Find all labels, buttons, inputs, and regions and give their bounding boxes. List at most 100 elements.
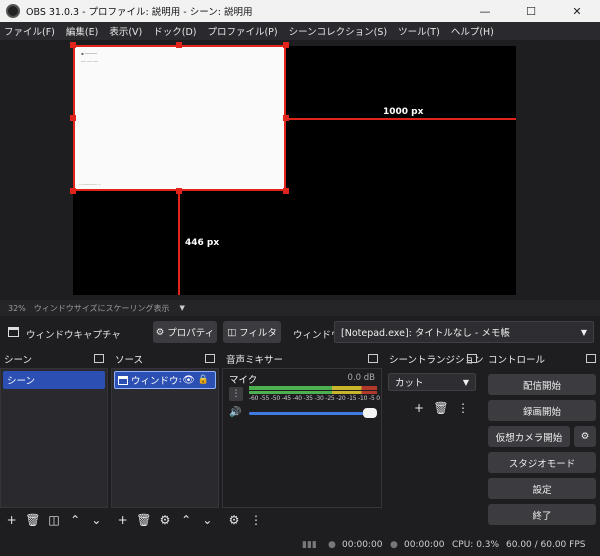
add-transition-icon[interactable]: + (409, 398, 429, 418)
undock-icon[interactable] (94, 354, 104, 363)
mixer-body: マイク 0.0 dB ⋮ -60 -55 -50 -45 -40 -35 -30… (222, 368, 382, 508)
source-item[interactable]: ウィンドウキャ 👁 🔒 (114, 371, 216, 389)
start-recording-button[interactable]: 録画開始 (488, 400, 596, 421)
eye-icon[interactable]: 👁 (182, 375, 195, 386)
move-down-icon[interactable]: ⌄ (87, 510, 106, 530)
resize-handle[interactable] (70, 188, 76, 194)
window-capture-source[interactable]: ▪ ───── ── ── ── ─ ─────── ─ (73, 45, 286, 191)
scenes-list[interactable]: シーン (0, 368, 108, 508)
close-button[interactable]: ✕ (554, 0, 600, 22)
virtual-camera-settings-button[interactable]: ⚙ (574, 426, 596, 447)
controls-body: 配信開始 録画開始 仮想カメラ開始 ⚙ スタジオモード 設定 終了 (484, 368, 600, 532)
gear-icon: ⚙ (580, 431, 590, 442)
trash-icon[interactable]: 🗑 (23, 510, 42, 530)
resize-handle[interactable] (176, 42, 182, 48)
exit-button[interactable]: 終了 (488, 504, 596, 525)
advanced-audio-icon[interactable]: ⚙ (224, 510, 244, 530)
transition-select[interactable]: カット ▼ (388, 373, 476, 391)
mixer-channel-name: マイク (229, 375, 258, 386)
zoom-level: 32% (8, 303, 26, 313)
scenes-dock: シーン シーン + 🗑 ◫ ⌃ ⌄ (0, 350, 108, 532)
volume-meter (249, 391, 377, 394)
transitions-dock: シーントランジション カット ▼ + 🗑 ⋮ (385, 350, 484, 532)
scenes-toolbar: + 🗑 ◫ ⌃ ⌄ (0, 508, 108, 532)
menu-view[interactable]: 表示(V) (109, 24, 142, 38)
more-icon[interactable]: ⋮ (246, 510, 266, 530)
record-time: 00:00:00 (404, 540, 445, 550)
network-signal-icon: ▮▮▮ (302, 540, 317, 550)
height-guide-label: 446 px (185, 238, 220, 248)
window-capture-icon (8, 327, 19, 337)
start-streaming-button[interactable]: 配信開始 (488, 374, 596, 395)
mixer-menu-icon[interactable]: ⋮ (229, 387, 243, 401)
add-source-icon[interactable]: + (113, 510, 132, 530)
scene-filters-icon[interactable]: ◫ (44, 510, 63, 530)
add-scene-icon[interactable]: + (2, 510, 21, 530)
controls-header: コントロール (484, 350, 600, 368)
more-icon[interactable]: ⋮ (453, 398, 473, 418)
title-bar: OBS 31.0.3 - プロファイル: 説明用 - シーン: 説明用 — ☐ … (0, 0, 600, 22)
selected-source-name: ウィンドウキャプチャ (26, 330, 121, 341)
volume-slider-thumb[interactable] (363, 408, 377, 418)
minimize-button[interactable]: — (462, 0, 508, 22)
chevron-down-icon: ▼ (462, 377, 469, 387)
lock-icon[interactable]: 🔒 (198, 375, 209, 385)
undock-icon[interactable] (467, 354, 477, 363)
maximize-button[interactable]: ☐ (508, 0, 554, 22)
cpu-usage: CPU: 0.3% (452, 540, 500, 550)
notepad-thumbnail-status: ─ ─────── ─ (79, 183, 101, 187)
gear-icon: ⚙ (155, 326, 165, 338)
scenes-header: シーン (0, 350, 108, 368)
undock-icon[interactable] (205, 354, 215, 363)
resize-handle[interactable] (283, 42, 289, 48)
studio-mode-button[interactable]: スタジオモード (488, 452, 596, 473)
menu-file[interactable]: ファイル(F) (4, 24, 55, 38)
trash-icon[interactable]: 🗑 (134, 510, 153, 530)
menu-tools[interactable]: ツール(T) (398, 24, 440, 38)
menu-scene-collection[interactable]: シーンコレクション(S) (289, 24, 387, 38)
menu-profile[interactable]: プロファイル(P) (207, 24, 277, 38)
source-context-bar: ウィンドウキャプチャ ⚙ プロパティ ◫ フィルタ ウィンドウ [Notepad… (0, 318, 600, 348)
scene-item[interactable]: シーン (3, 371, 105, 389)
window-title: OBS 31.0.3 - プロファイル: 説明用 - シーン: 説明用 (26, 7, 253, 18)
trash-icon[interactable]: 🗑 (431, 398, 451, 418)
undock-icon[interactable] (368, 354, 378, 363)
window-select[interactable]: [Notepad.exe]: タイトルなし - メモ帳 ▼ (334, 321, 594, 343)
menu-dock[interactable]: ドック(D) (153, 24, 196, 38)
settings-button[interactable]: 設定 (488, 478, 596, 499)
mixer-toolbar: ⚙ ⋮ (222, 508, 382, 532)
obs-logo-icon (6, 4, 20, 18)
gear-icon[interactable]: ⚙ (155, 510, 174, 530)
mixer-level: 0.0 dB (347, 373, 375, 383)
filters-button[interactable]: ◫ フィルタ (223, 321, 281, 343)
audio-mixer-dock: 音声ミキサー マイク 0.0 dB ⋮ -60 -55 -50 -45 -40 … (222, 350, 382, 532)
resize-handle[interactable] (70, 42, 76, 48)
transition-toolbar: + 🗑 ⋮ (409, 398, 475, 418)
move-down-icon[interactable]: ⌄ (198, 510, 217, 530)
filter-icon: ◫ (227, 326, 237, 338)
preview-zoom-bar: 32% ウィンドウサイズにスケーリング表示 ▼ (0, 300, 600, 316)
speaker-icon[interactable]: 🔊 (229, 407, 241, 418)
move-up-icon[interactable]: ⌃ (66, 510, 85, 530)
menu-bar: ファイル(F) 編集(E) 表示(V) ドック(D) プロファイル(P) シーン… (0, 22, 600, 40)
preview-area[interactable]: ▪ ───── ── ── ── ─ ─────── ─ 1000 px 446… (0, 40, 600, 300)
sources-dock: ソース ウィンドウキャ 👁 🔒 + 🗑 ⚙ ⌃ ⌄ (111, 350, 219, 532)
sources-list[interactable]: ウィンドウキャ 👁 🔒 (111, 368, 219, 508)
start-virtual-camera-button[interactable]: 仮想カメラ開始 (488, 426, 570, 447)
resize-handle[interactable] (70, 115, 76, 121)
undock-icon[interactable] (586, 354, 596, 363)
volume-slider[interactable] (249, 412, 375, 415)
scaling-dropdown-icon[interactable]: ▼ (180, 304, 185, 312)
menu-edit[interactable]: 編集(E) (66, 24, 98, 38)
distance-guide-right (288, 118, 516, 120)
controls-dock: コントロール 配信開始 録画開始 仮想カメラ開始 ⚙ スタジオモード 設定 終了 (484, 350, 600, 532)
meter-scale: -60 -55 -50 -45 -40 -35 -30 -25 -20 -15 … (249, 395, 380, 402)
resize-handle[interactable] (283, 188, 289, 194)
properties-button[interactable]: ⚙ プロパティ (153, 321, 217, 343)
move-up-icon[interactable]: ⌃ (177, 510, 196, 530)
sources-toolbar: + 🗑 ⚙ ⌃ ⌄ (111, 508, 219, 532)
menu-help[interactable]: ヘルプ(H) (451, 24, 494, 38)
scaling-mode-label: ウィンドウサイズにスケーリング表示 (33, 303, 170, 313)
sources-header: ソース (111, 350, 219, 368)
stream-time: 00:00:00 (342, 540, 383, 550)
